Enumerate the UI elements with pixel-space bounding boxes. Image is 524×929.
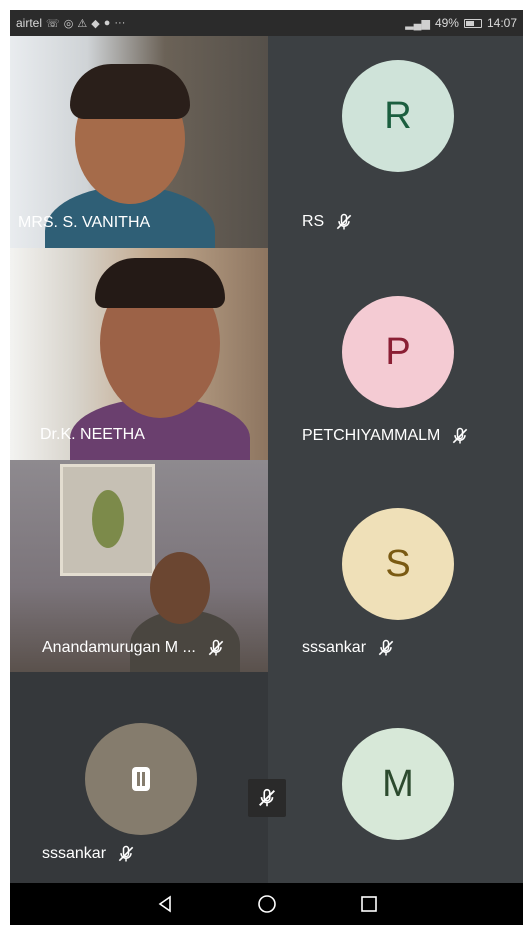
avatar: P	[342, 296, 454, 408]
participant-tile-anandamurugan[interactable]: Anandamurugan M ...	[10, 460, 268, 672]
home-icon[interactable]	[256, 893, 278, 915]
mic-off-icon	[208, 639, 224, 656]
participant-name: sssankar	[42, 844, 136, 864]
mic-off-icon	[378, 639, 394, 656]
participant-tile-sssankar[interactable]: S sssankar	[268, 460, 523, 672]
mute-toggle-button[interactable]	[248, 779, 286, 817]
clock: 14:07	[486, 16, 517, 30]
more-icon: ···	[114, 17, 126, 29]
name-label: MRS. S. VANITHA	[18, 214, 151, 231]
participant-tile-rs[interactable]: R RS	[268, 36, 523, 248]
participant-name: Dr.K. NEETHA	[40, 426, 145, 444]
camera-off-icon	[132, 767, 150, 791]
name-label: Dr.K. NEETHA	[40, 426, 145, 443]
battery-icon	[463, 18, 482, 28]
navigation-bar	[10, 883, 523, 925]
participant-tile-petchiyammalm[interactable]: P PETCHIYAMMALM	[268, 248, 523, 460]
warning-icon: ⚠	[77, 17, 88, 30]
person-head	[150, 552, 210, 624]
mic-off-icon	[336, 213, 352, 230]
name-label: PETCHIYAMMALM	[302, 427, 441, 444]
participant-tile-m[interactable]: M	[268, 672, 523, 883]
name-label: sssankar	[42, 845, 107, 862]
call-icon: ☏	[46, 17, 60, 30]
app-icon: ◆	[91, 17, 100, 30]
name-label: Anandamurugan M ...	[42, 639, 196, 656]
mic-off-icon	[453, 427, 468, 444]
self-avatar	[85, 723, 197, 835]
avatar: S	[342, 508, 454, 620]
participant-name: RS	[302, 212, 354, 232]
participant-name: Anandamurugan M ...	[42, 638, 226, 658]
back-icon[interactable]	[154, 893, 176, 915]
chat-icon: ●	[103, 17, 111, 29]
name-label: sssankar	[302, 639, 367, 656]
bird-in-painting	[92, 490, 124, 548]
avatar: M	[342, 728, 454, 840]
avatar: R	[342, 60, 454, 172]
participant-name: PETCHIYAMMALM	[302, 426, 470, 446]
participant-name: sssankar	[302, 638, 396, 658]
participant-name: MRS. S. VANITHA	[18, 214, 150, 232]
status-bar: airtel ☏ ◎ ⚠ ◆ ● ··· ▂▄▆ 49% 14:07	[10, 10, 523, 36]
name-label: RS	[302, 213, 325, 230]
participant-tile-vanitha[interactable]: MRS. S. VANITHA	[10, 36, 268, 248]
data-icon: ◎	[63, 17, 74, 30]
recents-icon[interactable]	[358, 893, 380, 915]
participant-tile-neetha[interactable]: Dr.K. NEETHA	[10, 248, 268, 460]
battery-percent: 49%	[434, 16, 459, 30]
carrier-label: airtel	[16, 16, 43, 30]
meeting-screen: airtel ☏ ◎ ⚠ ◆ ● ··· ▂▄▆ 49% 14:07 MRS. …	[10, 10, 523, 925]
signal-icon: ▂▄▆	[405, 17, 430, 30]
mic-off-icon	[118, 845, 134, 862]
mic-off-icon	[259, 788, 275, 807]
